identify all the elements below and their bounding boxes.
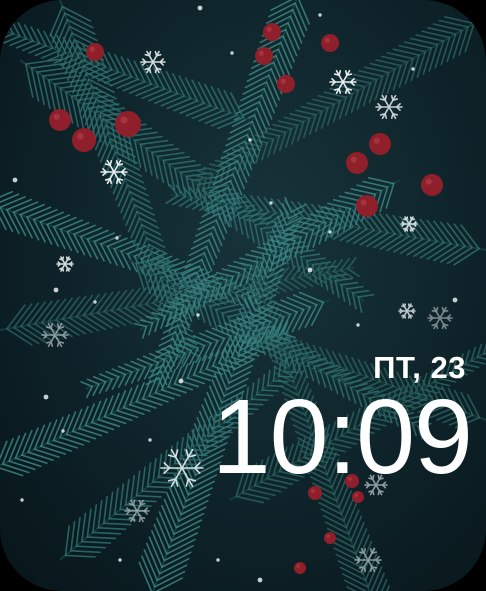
fir-branches <box>0 0 486 591</box>
fir-branch-background <box>0 0 486 591</box>
time-display: 10:09 <box>211 378 473 496</box>
watch-face[interactable]: ПТ, 23 10:09 <box>0 0 486 591</box>
